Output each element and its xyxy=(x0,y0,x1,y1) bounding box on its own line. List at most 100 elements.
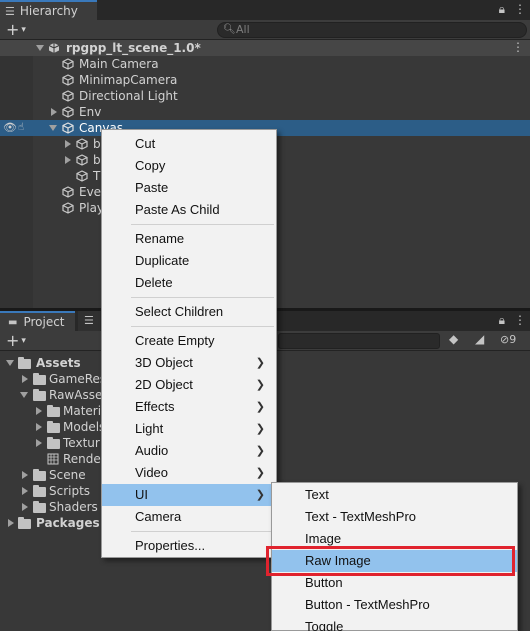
expand-arrow-icon[interactable] xyxy=(22,471,28,479)
menu-item-copy[interactable]: Copy xyxy=(102,155,276,177)
hierarchy-tab[interactable]: ☰ Hierarchy xyxy=(0,0,97,20)
menu-item-duplicate[interactable]: Duplicate xyxy=(102,250,276,272)
expand-arrow-icon[interactable] xyxy=(22,503,28,511)
expand-arrow-icon[interactable] xyxy=(51,108,57,116)
hierarchy-row-label: Directional Light xyxy=(79,89,178,103)
menu-item-label: Duplicate xyxy=(135,253,190,268)
hierarchy-row-directional-light[interactable]: Directional Light xyxy=(0,88,530,104)
menu-item-select-children[interactable]: Select Children xyxy=(102,301,276,323)
menu-item-label: Rename xyxy=(135,231,185,246)
menu-item-3d-object[interactable]: 3D Object ❯ xyxy=(102,352,276,374)
console-tab-icon[interactable]: ☰ xyxy=(78,311,100,331)
expand-arrow-icon[interactable] xyxy=(22,487,28,495)
scene-more-icon[interactable]: ⋮ xyxy=(512,40,524,54)
more-options-icon[interactable]: ⋮ xyxy=(514,2,526,17)
menu-item-paste-as-child[interactable]: Paste As Child xyxy=(102,199,276,221)
project-tab-label: Project xyxy=(23,315,65,329)
expand-arrow-icon[interactable] xyxy=(36,439,42,447)
project-row-gameres[interactable]: GameRes xyxy=(0,371,106,387)
hierarchy-row-label: MinimapCamera xyxy=(79,73,178,87)
project-row-label: Shaders xyxy=(49,500,98,514)
search-placeholder: All xyxy=(236,23,250,36)
expand-arrow-icon[interactable] xyxy=(36,407,42,415)
chevron-right-icon: ❯ xyxy=(255,423,265,435)
menu-item-rename[interactable]: Rename xyxy=(102,228,276,250)
expand-arrow-icon[interactable] xyxy=(65,156,71,164)
add-object-button[interactable]: + ▾ xyxy=(6,21,26,39)
menu-separator xyxy=(131,326,274,327)
menu-item-paste[interactable]: Paste xyxy=(102,177,276,199)
project-tab[interactable]: ▬ Project xyxy=(0,311,75,331)
expand-arrow-icon[interactable] xyxy=(22,375,28,383)
project-row-rawassets[interactable]: RawAsse xyxy=(0,387,102,403)
lock-icon[interactable]: 🔒︎ xyxy=(499,2,505,17)
menu-item-audio[interactable]: Audio ❯ xyxy=(102,440,276,462)
gameobject-cube-icon xyxy=(62,202,74,214)
expand-arrow-icon[interactable] xyxy=(36,423,42,431)
unity-scene-icon xyxy=(48,43,60,53)
filter-by-type-icon[interactable]: ◆ xyxy=(449,332,458,346)
project-row-label: Scripts xyxy=(49,484,91,498)
project-row-shaders[interactable]: Shaders xyxy=(0,499,100,515)
hidden-count: 9 xyxy=(509,333,517,346)
pickable-hand-icon[interactable]: ☝︎ xyxy=(18,120,24,136)
menu-item-video[interactable]: Video ❯ xyxy=(102,462,276,484)
submenu-item-label: Toggle xyxy=(305,619,344,631)
hierarchy-row-minimap-camera[interactable]: MinimapCamera xyxy=(0,72,530,88)
project-row-textures[interactable]: Textur xyxy=(0,435,100,451)
gameobject-cube-icon xyxy=(76,138,88,150)
submenu-item-button-textmeshpro[interactable]: Button - TextMeshPro xyxy=(272,594,517,616)
menu-item-label: 3D Object xyxy=(135,355,193,370)
submenu-item-label: Button - TextMeshPro xyxy=(305,597,430,612)
menu-item-label: Create Empty xyxy=(135,333,215,348)
project-row-scripts[interactable]: Scripts xyxy=(0,483,100,499)
expand-arrow-icon[interactable] xyxy=(65,140,71,148)
expand-arrow-icon[interactable] xyxy=(36,45,44,51)
project-row-models[interactable]: Models xyxy=(0,419,105,435)
menu-item-delete[interactable]: Delete xyxy=(102,272,276,294)
project-search-input[interactable] xyxy=(278,333,440,349)
hierarchy-row-label: T xyxy=(93,169,101,183)
folder-icon xyxy=(47,405,60,417)
menu-item-create-empty[interactable]: Create Empty xyxy=(102,330,276,352)
submenu-item-text[interactable]: Text xyxy=(272,484,517,506)
folder-icon: ▬ xyxy=(8,316,18,328)
folder-icon xyxy=(33,389,46,401)
hierarchy-search-input[interactable]: 🔍︎ All xyxy=(217,22,527,38)
menu-item-light[interactable]: Light ❯ xyxy=(102,418,276,440)
project-row-packages[interactable]: Packages xyxy=(0,515,100,531)
filter-by-label-icon[interactable]: ◢ xyxy=(475,332,484,346)
submenu-item-toggle[interactable]: Toggle xyxy=(272,616,517,631)
menu-item-label: UI xyxy=(135,487,148,502)
collapse-arrow-icon[interactable] xyxy=(20,392,28,398)
chevron-right-icon: ❯ xyxy=(255,357,265,369)
visibility-eye-icon[interactable]: 👁︎ xyxy=(3,120,17,136)
menu-item-effects[interactable]: Effects ❯ xyxy=(102,396,276,418)
menu-item-ui[interactable]: UI ❯ xyxy=(102,484,276,506)
menu-item-properties[interactable]: Properties... xyxy=(102,535,276,557)
menu-item-label: Camera xyxy=(135,509,182,524)
project-row-label: Packages xyxy=(36,516,100,530)
hierarchy-row-env[interactable]: Env xyxy=(0,104,530,120)
project-row-assets[interactable]: Assets xyxy=(0,355,100,371)
project-row-label: GameRes xyxy=(49,372,107,386)
lock-icon[interactable]: 🔒︎ xyxy=(499,313,505,328)
project-row-scene[interactable]: Scene xyxy=(0,467,100,483)
more-options-icon[interactable]: ⋮ xyxy=(514,313,526,328)
create-asset-button[interactable]: + ▾ xyxy=(6,332,26,350)
menu-item-2d-object[interactable]: 2D Object ❯ xyxy=(102,374,276,396)
submenu-item-text-textmeshpro[interactable]: Text - TextMeshPro xyxy=(272,506,517,528)
menu-item-camera[interactable]: Camera xyxy=(102,506,276,528)
collapse-arrow-icon[interactable] xyxy=(6,360,14,366)
menu-item-label: Paste xyxy=(135,180,169,195)
collapse-arrow-icon[interactable] xyxy=(49,125,57,131)
hierarchy-row-main-camera[interactable]: Main Camera xyxy=(0,56,530,72)
project-row-materials[interactable]: Materi xyxy=(0,403,101,419)
chevron-down-icon: ▾ xyxy=(21,25,26,35)
menu-item-cut[interactable]: Cut xyxy=(102,133,276,155)
hidden-packages-toggle[interactable]: ⊘9 xyxy=(500,333,516,346)
project-row-render[interactable]: Rende xyxy=(0,451,101,467)
scene-name: rpgpp_lt_scene_1.0* xyxy=(66,41,201,55)
menu-item-label: Properties... xyxy=(135,538,206,553)
expand-arrow-icon[interactable] xyxy=(8,519,14,527)
